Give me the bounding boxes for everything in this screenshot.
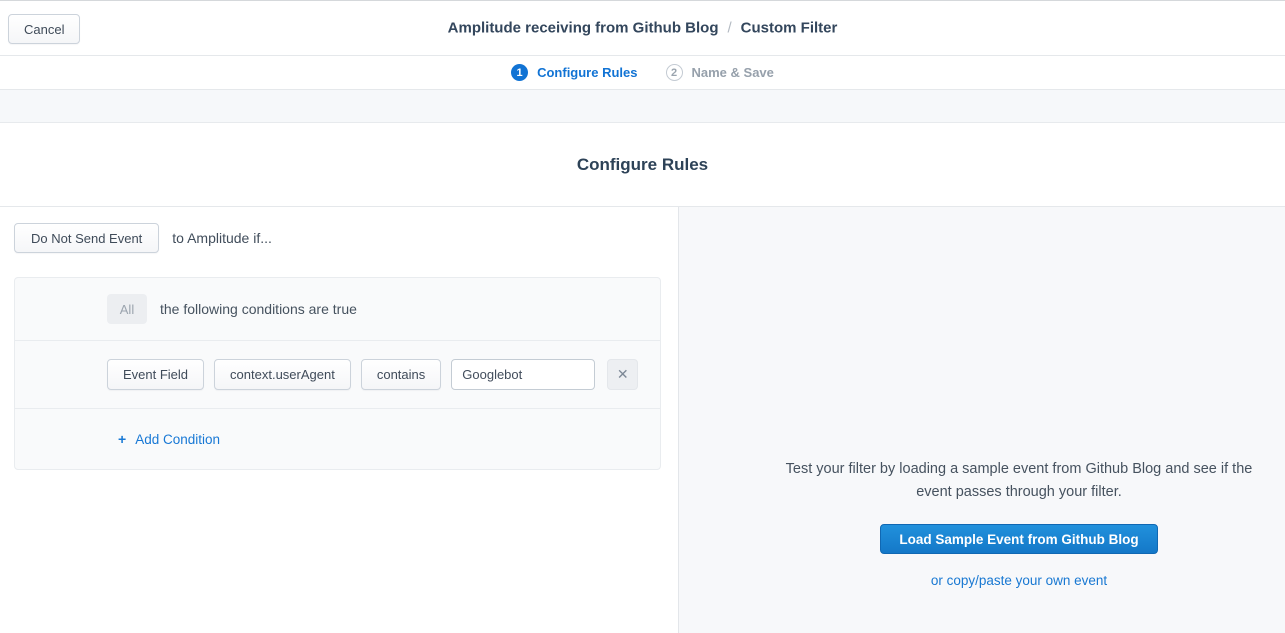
step-name-and-save[interactable]: 2 Name & Save (666, 64, 774, 81)
load-sample-event-button[interactable]: Load Sample Event from Github Blog (880, 524, 1157, 554)
cancel-button[interactable]: Cancel (8, 14, 80, 44)
tester-block: Test your filter by loading a sample eve… (769, 458, 1269, 588)
paste-own-event-link[interactable]: or copy/paste your own event (769, 573, 1269, 588)
step-configure-rules[interactable]: 1 Configure Rules (511, 64, 637, 81)
filter-action-suffix: to Amplitude if... (172, 230, 272, 246)
step-1-label: Configure Rules (537, 65, 637, 80)
tester-description: Test your filter by loading a sample eve… (769, 458, 1269, 503)
filter-tester-panel: Test your filter by loading a sample eve… (678, 207, 1285, 633)
step-bar: 1 Configure Rules 2 Name & Save (0, 56, 1285, 90)
top-bar: Cancel Amplitude receiving from Github B… (0, 0, 1285, 56)
add-condition-link[interactable]: + Add Condition (118, 431, 220, 447)
condition-field-button[interactable]: context.userAgent (214, 359, 351, 390)
breadcrumb-parent[interactable]: Amplitude receiving from Github Blog (448, 20, 719, 37)
rule-builder-panel: Do Not Send Event to Amplitude if... All… (0, 207, 678, 633)
filter-action-row: Do Not Send Event to Amplitude if... (14, 223, 272, 253)
match-type-suffix: the following conditions are true (160, 301, 357, 317)
close-icon: ✕ (617, 366, 629, 383)
step-2-circle: 2 (666, 64, 683, 81)
condition-type-button[interactable]: Event Field (107, 359, 204, 390)
main-content: Do Not Send Event to Amplitude if... All… (0, 207, 1285, 633)
condition-value-input[interactable] (451, 359, 595, 390)
breadcrumb-separator: / (727, 20, 731, 37)
title-section: Configure Rules (0, 123, 1285, 207)
add-condition-row: + Add Condition (15, 409, 660, 469)
remove-condition-button[interactable]: ✕ (607, 359, 638, 390)
match-type-row: All the following conditions are true (15, 278, 660, 341)
page-title: Configure Rules (577, 155, 708, 175)
filter-action-button[interactable]: Do Not Send Event (14, 223, 159, 253)
breadcrumb: Amplitude receiving from Github Blog / C… (448, 20, 838, 37)
add-condition-label: Add Condition (135, 432, 220, 447)
step-2-label: Name & Save (692, 65, 774, 80)
plus-icon: + (118, 431, 126, 447)
condition-row: Event Field context.userAgent contains ✕ (15, 341, 660, 409)
condition-operator-button[interactable]: contains (361, 359, 441, 390)
step-1-circle: 1 (511, 64, 528, 81)
breadcrumb-current: Custom Filter (741, 20, 838, 37)
match-type-badge[interactable]: All (107, 294, 147, 324)
toolbar-band (0, 90, 1285, 123)
condition-group: All the following conditions are true Ev… (14, 277, 661, 470)
